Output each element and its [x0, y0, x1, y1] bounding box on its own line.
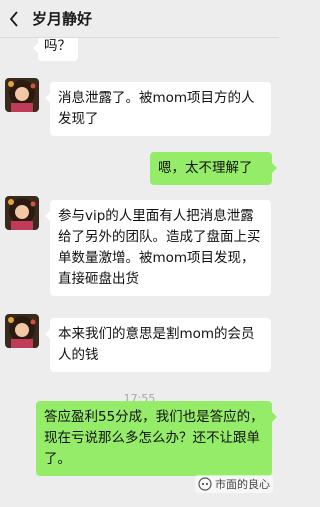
message-bubble-received[interactable]: 消息泄露了。被mom项目方的人发现了	[45, 82, 271, 136]
chat-header: 岁月静好	[0, 0, 279, 38]
message-text: 消息泄露了。被mom项目方的人发现了	[58, 90, 255, 127]
message-text: 吗？	[44, 38, 71, 54]
contact-avatar[interactable]	[5, 196, 39, 230]
wechat-channel-icon	[198, 477, 212, 491]
message-list[interactable]: 吗？ 消息泄露了。被mom项目方的人发现了 嗯，太不理解了 参与vip的人里面有…	[0, 38, 279, 507]
contact-avatar[interactable]	[5, 314, 39, 348]
message-text: 本来我们的意思是割mom的会员人的钱	[58, 326, 255, 363]
contact-avatar[interactable]	[5, 78, 39, 112]
message-bubble-received[interactable]: 本来我们的意思是割mom的会员人的钱	[45, 318, 271, 372]
message-bubble-sent[interactable]: 嗯，太不理解了	[150, 152, 277, 185]
back-arrow-icon[interactable]	[0, 0, 28, 38]
message-text: 答应盈利55分成，我们也是答应的，现在亏说那么多怎么办？还不让跟单了。	[44, 409, 264, 467]
message-text: 参与vip的人里面有人把消息泄露给了另外的团队。造成了盘面上买单数量激增。被mo…	[58, 208, 261, 287]
message-bubble-received[interactable]: 参与vip的人里面有人把消息泄露给了另外的团队。造成了盘面上买单数量激增。被mo…	[45, 200, 271, 296]
watermark: 市面的良心	[195, 475, 273, 493]
watermark-text: 市面的良心	[215, 478, 270, 491]
chat-title: 岁月静好	[32, 10, 93, 28]
message-text: 嗯，太不理解了	[158, 160, 253, 176]
message-bubble-sent[interactable]: 答应盈利55分成，我们也是答应的，现在亏说那么多怎么办？还不让跟单了。	[36, 401, 277, 476]
message-bubble-received[interactable]: 吗？	[33, 38, 78, 61]
